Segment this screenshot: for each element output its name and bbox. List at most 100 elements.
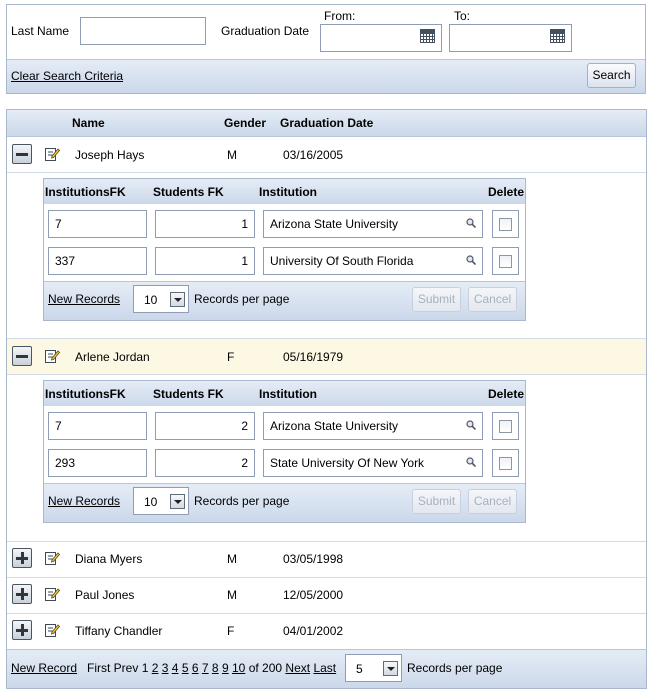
pager-page-link[interactable]: 10 — [232, 661, 245, 675]
institution-lookup-input[interactable]: Arizona State University — [263, 412, 483, 440]
student-name: Paul Jones — [75, 588, 135, 602]
subgrid-header-institutions-fk: InstitutionsFK — [45, 185, 126, 199]
pager-prev: Prev — [113, 661, 139, 675]
subgrid-header-institution: Institution — [259, 185, 317, 199]
subgrid-header-students-fk: Students FK — [153, 185, 224, 199]
edit-icon[interactable] — [45, 348, 60, 363]
edit-icon[interactable] — [45, 622, 60, 637]
graduation-date-label: Graduation Date — [221, 24, 310, 38]
student-gender: F — [227, 624, 235, 638]
submit-button[interactable]: Submit — [412, 489, 461, 514]
pager-page-link[interactable]: 3 — [162, 661, 169, 675]
page-size-select[interactable]: 10 — [133, 487, 189, 515]
institutions-fk-input[interactable]: 7 — [48, 412, 147, 440]
student-name: Diana Myers — [75, 552, 143, 566]
delete-checkbox[interactable] — [492, 210, 519, 238]
chevron-down-icon — [170, 292, 185, 307]
edit-icon[interactable] — [45, 550, 60, 565]
subgrid-header-delete: Delete — [488, 185, 525, 199]
student-graduation-date: 04/01/2002 — [283, 624, 344, 638]
student-name: Arlene Jordan — [75, 350, 150, 364]
cancel-button[interactable]: Cancel — [468, 287, 517, 312]
row-divider — [7, 172, 646, 173]
submit-button[interactable]: Submit — [412, 287, 461, 312]
institution-lookup-input[interactable]: Arizona State University — [263, 210, 483, 238]
delete-checkbox[interactable] — [492, 449, 519, 477]
column-header-graduation-date[interactable]: Graduation Date — [280, 116, 373, 130]
subgrid-header-institutions-fk: InstitutionsFK — [45, 387, 126, 401]
student-graduation-date: 05/16/1979 — [283, 350, 344, 364]
pager-page-link[interactable]: 6 — [192, 661, 199, 675]
subgrid-header-institution: Institution — [259, 387, 317, 401]
column-header-gender[interactable]: Gender — [224, 116, 266, 130]
pager-first: First — [87, 661, 111, 675]
calendar-icon[interactable] — [420, 29, 435, 43]
chevron-down-icon — [383, 661, 398, 676]
new-records-link[interactable]: New Records — [48, 292, 120, 306]
search-icon[interactable] — [466, 255, 476, 265]
pager: First Prev 1 2 3 4 5 6 7 8 9 10 of 200 N… — [87, 661, 336, 675]
clear-search-link[interactable]: Clear Search Criteria — [11, 69, 123, 83]
pager-total: of 200 — [248, 661, 283, 675]
edit-icon[interactable] — [45, 586, 60, 601]
from-label: From: — [324, 9, 356, 23]
student-name: Tiffany Chandler — [75, 624, 163, 638]
pager-next[interactable]: Next — [285, 661, 310, 675]
page-size-value: 10 — [144, 495, 158, 509]
expand-toggle-icon[interactable] — [12, 620, 32, 640]
pager-page-link[interactable]: 4 — [172, 661, 179, 675]
pager-page-link[interactable]: 8 — [212, 661, 219, 675]
page-size-select[interactable]: 5 — [345, 654, 402, 682]
subgrid-header-delete: Delete — [488, 387, 525, 401]
checkbox-icon — [499, 255, 512, 268]
calendar-icon[interactable] — [550, 29, 565, 43]
pager-page-link[interactable]: 7 — [202, 661, 209, 675]
search-icon[interactable] — [466, 218, 476, 228]
search-button[interactable]: Search — [587, 63, 636, 88]
student-name: Joseph Hays — [75, 148, 145, 162]
student-gender: F — [227, 350, 235, 364]
new-record-link[interactable]: New Record — [11, 661, 77, 675]
expand-toggle-icon[interactable] — [12, 584, 32, 604]
checkbox-icon — [499, 218, 512, 231]
institution-lookup-input[interactable]: University Of South Florida — [263, 247, 483, 275]
edit-icon[interactable] — [45, 146, 60, 161]
student-graduation-date: 03/16/2005 — [283, 148, 344, 162]
page-size-select[interactable]: 10 — [133, 285, 189, 313]
collapse-toggle-icon[interactable] — [12, 346, 32, 366]
expand-toggle-icon[interactable] — [12, 548, 32, 568]
institution-lookup-input[interactable]: State University Of New York — [263, 449, 483, 477]
students-fk-input[interactable]: 1 — [155, 210, 255, 238]
search-icon[interactable] — [466, 457, 476, 467]
new-records-link[interactable]: New Records — [48, 494, 120, 508]
students-fk-input[interactable]: 1 — [155, 247, 255, 275]
chevron-down-icon — [170, 494, 185, 509]
last-name-label: Last Name — [11, 24, 70, 38]
pager-page-link[interactable]: 2 — [152, 661, 159, 675]
last-name-input[interactable] — [80, 17, 206, 45]
pager-page-link[interactable]: 9 — [222, 661, 229, 675]
to-label: To: — [454, 9, 471, 23]
students-fk-input[interactable]: 2 — [155, 449, 255, 477]
pager-page-link[interactable]: 5 — [182, 661, 189, 675]
student-graduation-date: 03/05/1998 — [283, 552, 344, 566]
cancel-button[interactable]: Cancel — [468, 489, 517, 514]
column-header-name[interactable]: Name — [72, 116, 105, 130]
students-fk-input[interactable]: 2 — [155, 412, 255, 440]
institutions-fk-input[interactable]: 293 — [48, 449, 147, 477]
student-graduation-date: 12/05/2000 — [283, 588, 344, 602]
search-icon[interactable] — [466, 420, 476, 430]
pager-last[interactable]: Last — [313, 661, 336, 675]
student-gender: M — [227, 588, 237, 602]
pager-current-page: 1 — [141, 661, 149, 675]
delete-checkbox[interactable] — [492, 412, 519, 440]
checkbox-icon — [499, 457, 512, 470]
delete-checkbox[interactable] — [492, 247, 519, 275]
records-per-page-label: Records per page — [194, 292, 290, 306]
collapse-toggle-icon[interactable] — [12, 144, 32, 164]
institutions-fk-input[interactable]: 337 — [48, 247, 147, 275]
page-size-value: 5 — [356, 662, 363, 676]
institutions-fk-input[interactable]: 7 — [48, 210, 147, 238]
checkbox-icon — [499, 420, 512, 433]
subgrid-header-students-fk: Students FK — [153, 387, 224, 401]
